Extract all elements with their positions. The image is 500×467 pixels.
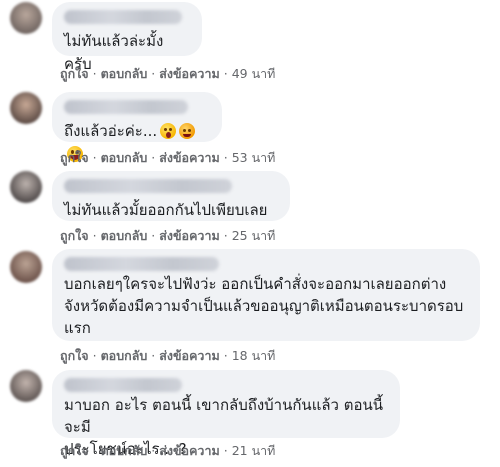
timestamp[interactable]: 21 นาที [232,443,276,458]
comment-text-content: ถึงแล้วอ่ะค่ะ... [64,122,158,140]
separator: · [92,443,97,458]
reply-link[interactable]: ตอบกลับ [101,228,148,243]
separator: · [92,348,97,363]
comment-bubble: ถึงแล้วอ่ะค่ะ... [52,92,222,162]
send-message-link[interactable]: ส่งข้อความ [159,228,219,243]
comment-bubble: มาบอก อะไร ตอนนี้ เขากลับถึงบ้านกันแล้ว … [52,370,400,458]
separator: · [151,228,156,243]
send-message-link[interactable]: ส่งข้อความ [159,150,219,165]
comment-bubble: ไม่ทันแล้วล่ะมั้งครับ [52,2,202,73]
author-name-blurred[interactable] [64,100,188,114]
separator: · [92,66,97,81]
separator: · [151,150,156,165]
astonished-face-icon [160,123,177,139]
avatar[interactable] [10,171,42,203]
comment-text: บอกเลยๆใครจะไปฟังว่ะ ออกเป็นคำสั่งจะออกม… [64,275,464,337]
timestamp[interactable]: 49 นาที [232,66,276,81]
avatar[interactable] [10,251,42,283]
author-name-blurred[interactable] [64,179,232,193]
author-name-blurred[interactable] [64,10,182,24]
send-message-link[interactable]: ส่งข้อความ [159,66,219,81]
separator: · [223,443,228,458]
separator: · [151,348,156,363]
separator: · [223,228,228,243]
comment-actions: ถูกใจ · ตอบกลับ · ส่งข้อความ · 25 นาที [60,226,275,246]
avatar[interactable] [10,92,42,124]
comment-actions: ถูกใจ · ตอบกลับ · ส่งข้อความ · 21 นาที [60,441,275,461]
send-message-link[interactable]: ส่งข้อความ [159,443,219,458]
author-name-blurred[interactable] [64,257,219,271]
timestamp[interactable]: 25 นาที [232,228,276,243]
like-link[interactable]: ถูกใจ [60,443,89,458]
separator: · [151,66,156,81]
separator: · [92,228,97,243]
like-link[interactable]: ถูกใจ [60,348,89,363]
reply-link[interactable]: ตอบกลับ [101,150,148,165]
reply-link[interactable]: ตอบกลับ [101,348,148,363]
separator: · [223,150,228,165]
comment-actions: ถูกใจ · ตอบกลับ · ส่งข้อความ · 18 นาที [60,346,275,366]
like-link[interactable]: ถูกใจ [60,228,89,243]
author-name-blurred[interactable] [64,378,182,392]
timestamp[interactable]: 18 นาที [232,348,276,363]
comment-actions: ถูกใจ · ตอบกลับ · ส่งข้อความ · 53 นาที [60,148,275,168]
separator: · [223,348,228,363]
comment-bubble: ไม่ทันแล้วมั้ยออกกันไปเพียบเลย [52,171,290,221]
avatar[interactable] [10,2,42,34]
send-message-link[interactable]: ส่งข้อความ [159,348,219,363]
reply-link[interactable]: ตอบกลับ [101,443,148,458]
avatar[interactable] [10,370,42,402]
like-link[interactable]: ถูกใจ [60,150,89,165]
separator: · [151,443,156,458]
comment-bubble: บอกเลยๆใครจะไปฟังว่ะ ออกเป็นคำสั่งจะออกม… [52,249,480,341]
comment-actions: ถูกใจ · ตอบกลับ · ส่งข้อความ · 49 นาที [60,64,275,84]
flushed-face-icon [179,123,196,139]
comment-text: ไม่ทันแล้วมั้ยออกกันไปเพียบเลย [64,201,268,219]
reply-link[interactable]: ตอบกลับ [101,66,148,81]
separator: · [92,150,97,165]
like-link[interactable]: ถูกใจ [60,66,89,81]
timestamp[interactable]: 53 นาที [232,150,276,165]
separator: · [223,66,228,81]
